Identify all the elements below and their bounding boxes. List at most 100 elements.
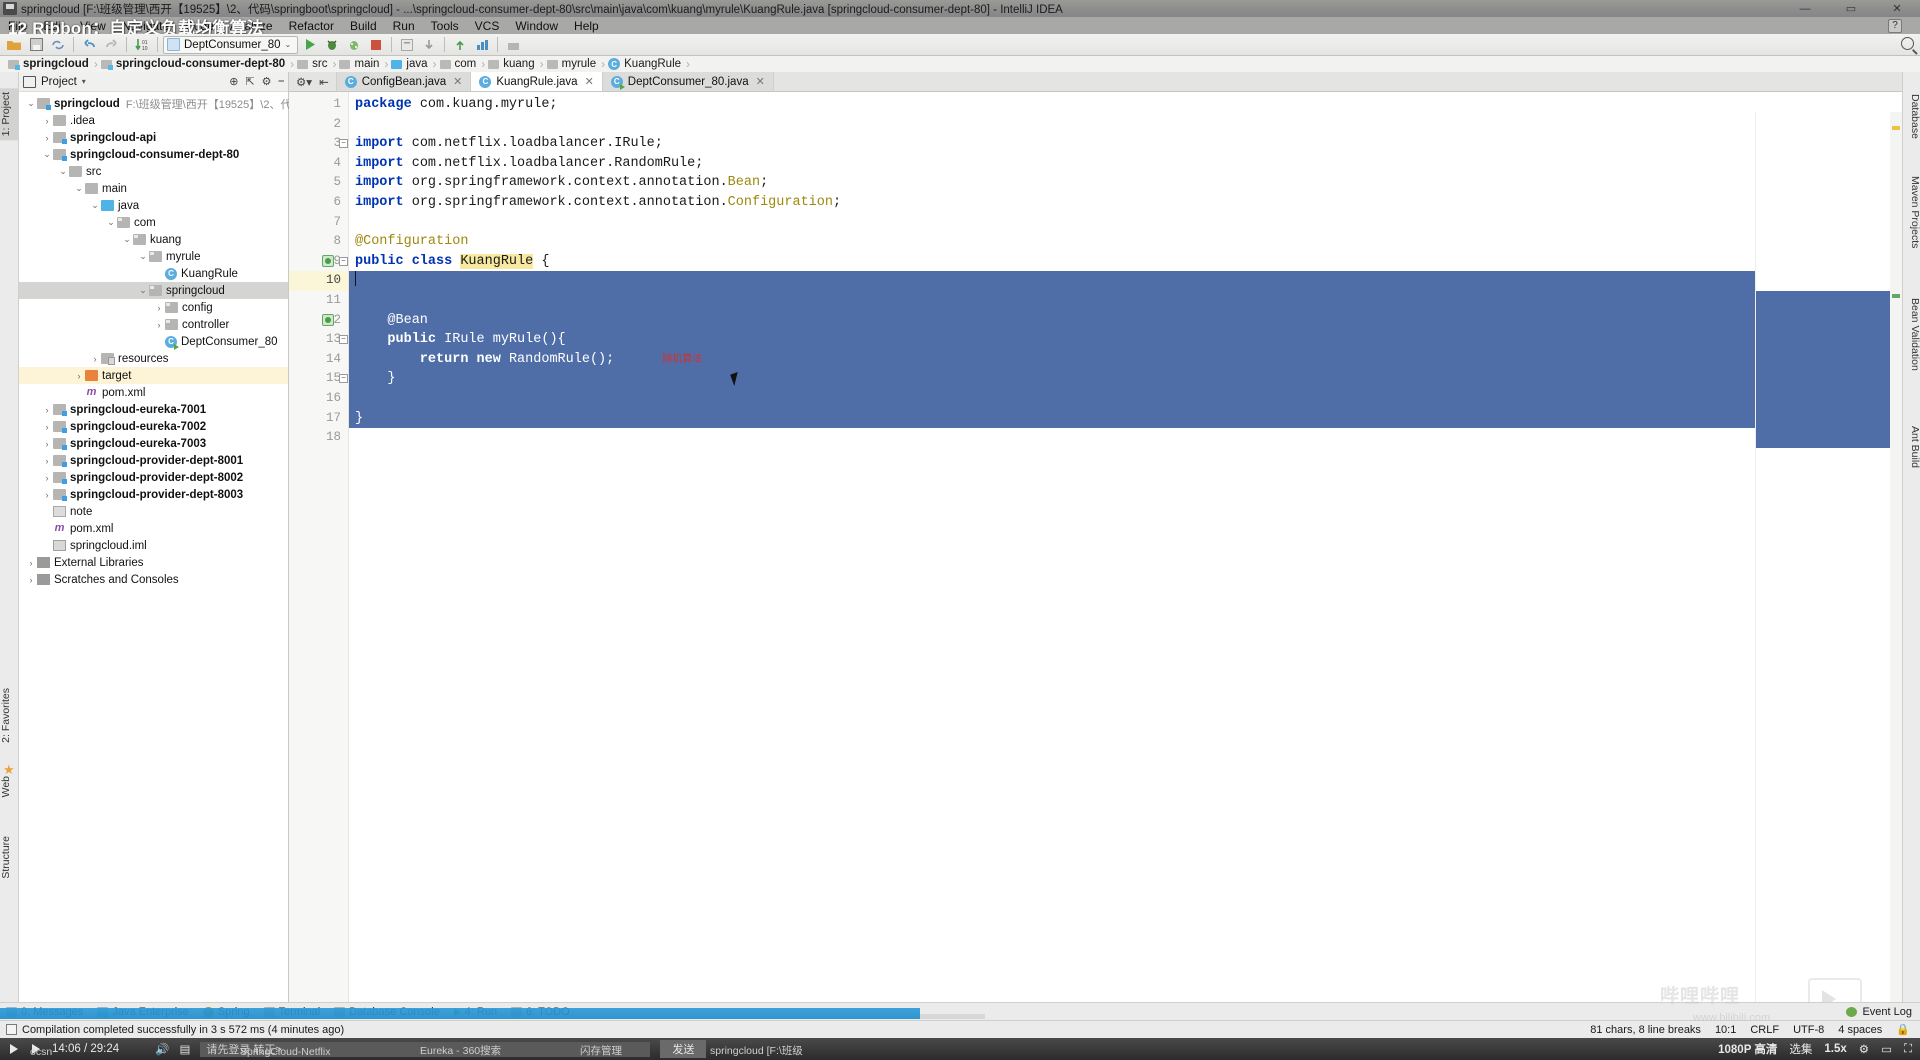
code-line-8[interactable]: @Configuration bbox=[349, 232, 1902, 252]
tab-configbean-java[interactable]: C ConfigBean.java ✕ bbox=[336, 72, 472, 91]
menu-item-file[interactable]: File bbox=[0, 18, 35, 34]
close-icon[interactable]: ✕ bbox=[585, 75, 594, 88]
chevron-right-icon[interactable]: › bbox=[41, 405, 53, 415]
code-line-13[interactable]: public IRule myRule(){ bbox=[349, 330, 1902, 350]
code-line-2[interactable] bbox=[349, 115, 1902, 135]
chevron-down-icon[interactable]: ⌄ bbox=[25, 98, 37, 109]
tree-node-springcloud-eureka-7001[interactable]: › springcloud-eureka-7001 bbox=[19, 401, 288, 418]
tree-node-idea[interactable]: › .idea bbox=[19, 112, 288, 129]
video-progress-track[interactable] bbox=[920, 1014, 985, 1019]
structure-icon[interactable] bbox=[472, 36, 492, 54]
code-line-17[interactable]: } bbox=[349, 408, 1902, 429]
menu-item-window[interactable]: Window bbox=[507, 18, 566, 34]
chevron-down-icon[interactable]: ⌄ bbox=[121, 234, 133, 245]
menu-item-help[interactable]: Help bbox=[566, 18, 607, 34]
run-configuration-selector[interactable]: DeptConsumer_80 ⌄ bbox=[163, 35, 299, 54]
code-line-15[interactable]: } bbox=[349, 369, 1902, 389]
tree-node-external-libraries[interactable]: › External Libraries bbox=[19, 554, 288, 571]
rail-item-structure[interactable]: Structure bbox=[0, 832, 19, 883]
editor-scrollbar[interactable] bbox=[1890, 112, 1902, 1020]
chevron-right-icon[interactable]: › bbox=[25, 575, 37, 585]
lock-icon[interactable]: 🔒 bbox=[1896, 1023, 1910, 1036]
maven-icon[interactable] bbox=[503, 36, 523, 54]
tree-node-springcloud-eureka-7003[interactable]: › springcloud-eureka-7003 bbox=[19, 435, 288, 452]
commit-icon[interactable] bbox=[450, 36, 470, 54]
video-progress-bar[interactable] bbox=[0, 1008, 920, 1019]
chevron-right-icon[interactable]: › bbox=[89, 354, 101, 364]
tree-node-main[interactable]: ⌄ main bbox=[19, 180, 288, 197]
close-button[interactable]: ✕ bbox=[1874, 0, 1920, 17]
tree-node-note[interactable]: note bbox=[19, 503, 288, 520]
chevron-right-icon[interactable]: › bbox=[41, 116, 53, 126]
rail-item-database[interactable]: Database bbox=[1903, 90, 1920, 143]
menu-item-edit[interactable]: Edit bbox=[35, 18, 72, 34]
stop-button[interactable] bbox=[366, 36, 386, 54]
menu-item-analyze[interactable]: Analyze bbox=[222, 18, 281, 34]
update-project-icon[interactable] bbox=[419, 36, 439, 54]
rail-item-bean-validation[interactable]: Bean Validation bbox=[1903, 294, 1920, 375]
tab-kuangrule-java[interactable]: C KuangRule.java ✕ bbox=[471, 72, 603, 91]
settings-icon[interactable]: ⚙ bbox=[262, 75, 272, 88]
line-separator[interactable]: CRLF bbox=[1750, 1024, 1779, 1036]
episodes-button[interactable]: 选集 bbox=[1789, 1041, 1812, 1057]
menu-item-run[interactable]: Run bbox=[385, 18, 423, 34]
tree-node-springcloud-eureka-7002[interactable]: › springcloud-eureka-7002 bbox=[19, 418, 288, 435]
chevron-down-icon[interactable]: ⌄ bbox=[73, 183, 85, 194]
open-settings-icon[interactable] bbox=[397, 36, 417, 54]
chevron-down-icon[interactable]: ⌄ bbox=[137, 285, 149, 296]
chevron-down-icon[interactable]: ⌄ bbox=[105, 217, 117, 228]
tree-node-springcloud-provider-dept-8003[interactable]: › springcloud-provider-dept-8003 bbox=[19, 486, 288, 503]
next-icon[interactable] bbox=[30, 1043, 42, 1055]
collapse-all-icon[interactable]: ⇱ bbox=[245, 75, 254, 88]
code-line-10[interactable] bbox=[349, 271, 1902, 291]
breadcrumb-item-java[interactable]: java bbox=[389, 58, 432, 70]
theater-icon[interactable]: ▭ bbox=[1881, 1042, 1892, 1056]
code-editor[interactable]: 123456789101112131415161718−−−− package … bbox=[289, 92, 1902, 1020]
code-line-9[interactable]: public class KuangRule { bbox=[349, 252, 1902, 272]
tab-deptconsumer-80-java[interactable]: C DeptConsumer_80.java ✕ bbox=[602, 72, 774, 91]
chevron-down-icon[interactable]: ⌄ bbox=[89, 200, 101, 211]
breadcrumb-item-src[interactable]: src bbox=[295, 58, 332, 70]
tree-node-pom-xml[interactable]: m pom.xml bbox=[19, 520, 288, 537]
project-tree[interactable]: ⌄ springcloud F:\班级管理\西开【19525】\2、代码\sp › .i… bbox=[19, 92, 317, 588]
debug-button[interactable] bbox=[322, 36, 342, 54]
event-log-button[interactable]: Event Log bbox=[1846, 1006, 1920, 1018]
code-line-14[interactable]: return new RandomRule(); 随机算法 bbox=[349, 349, 1902, 370]
tree-node-scratches-and-consoles[interactable]: › Scratches and Consoles bbox=[19, 571, 288, 588]
code-line-1[interactable]: package com.kuang.myrule; bbox=[349, 95, 1902, 115]
tree-node-controller[interactable]: › controller bbox=[19, 316, 288, 333]
minimize-button[interactable]: — bbox=[1782, 0, 1828, 17]
danmaku-icon[interactable]: ▤ bbox=[179, 1042, 190, 1056]
fold-toggle-line-13[interactable]: − bbox=[339, 335, 348, 345]
bean-gutter-icon-class[interactable] bbox=[322, 254, 335, 268]
breadcrumb-item-main[interactable]: main bbox=[337, 58, 384, 70]
rail-item-maven-projects[interactable]: Maven Projects bbox=[1903, 172, 1920, 252]
speed-selector[interactable]: 1.5x bbox=[1824, 1043, 1846, 1055]
hide-icon[interactable]: ⎯ bbox=[279, 75, 285, 88]
tree-node-springcloud-api[interactable]: › springcloud-api bbox=[19, 129, 288, 146]
breadcrumb-item-myrule[interactable]: myrule bbox=[545, 58, 602, 70]
chevron-right-icon[interactable]: › bbox=[41, 133, 53, 143]
chevron-right-icon[interactable]: › bbox=[41, 473, 53, 483]
run-with-coverage-button[interactable] bbox=[344, 36, 364, 54]
fullscreen-icon[interactable]: ⛶ bbox=[1904, 1043, 1912, 1056]
rail-item-web[interactable]: Web bbox=[0, 772, 19, 801]
fold-toggle-line-3[interactable]: − bbox=[339, 139, 348, 149]
bean-gutter-icon-method[interactable] bbox=[322, 313, 335, 327]
tree-node-myrule[interactable]: ⌄ myrule bbox=[19, 248, 288, 265]
rail-item-favorites[interactable]: 2: Favorites bbox=[0, 684, 19, 747]
chevron-right-icon[interactable]: › bbox=[25, 558, 37, 568]
rail-item-ant-build[interactable]: Ant Build bbox=[1903, 422, 1920, 472]
tree-node-kuang[interactable]: ⌄ kuang bbox=[19, 231, 288, 248]
chevron-right-icon[interactable]: › bbox=[41, 439, 53, 449]
code-line-11[interactable] bbox=[349, 290, 1902, 311]
target-icon[interactable]: ⊕ bbox=[229, 75, 238, 88]
menu-item-refactor[interactable]: Refactor bbox=[281, 18, 342, 34]
fold-toggle-line-15[interactable]: − bbox=[339, 374, 348, 384]
chevron-right-icon[interactable]: › bbox=[153, 320, 165, 330]
chevron-down-icon[interactable]: ⌄ bbox=[57, 166, 69, 177]
code-line-7[interactable] bbox=[349, 213, 1902, 233]
volume-icon[interactable]: 🔊 bbox=[155, 1042, 169, 1056]
chevron-right-icon[interactable]: › bbox=[41, 490, 53, 500]
play-icon[interactable] bbox=[8, 1043, 20, 1055]
